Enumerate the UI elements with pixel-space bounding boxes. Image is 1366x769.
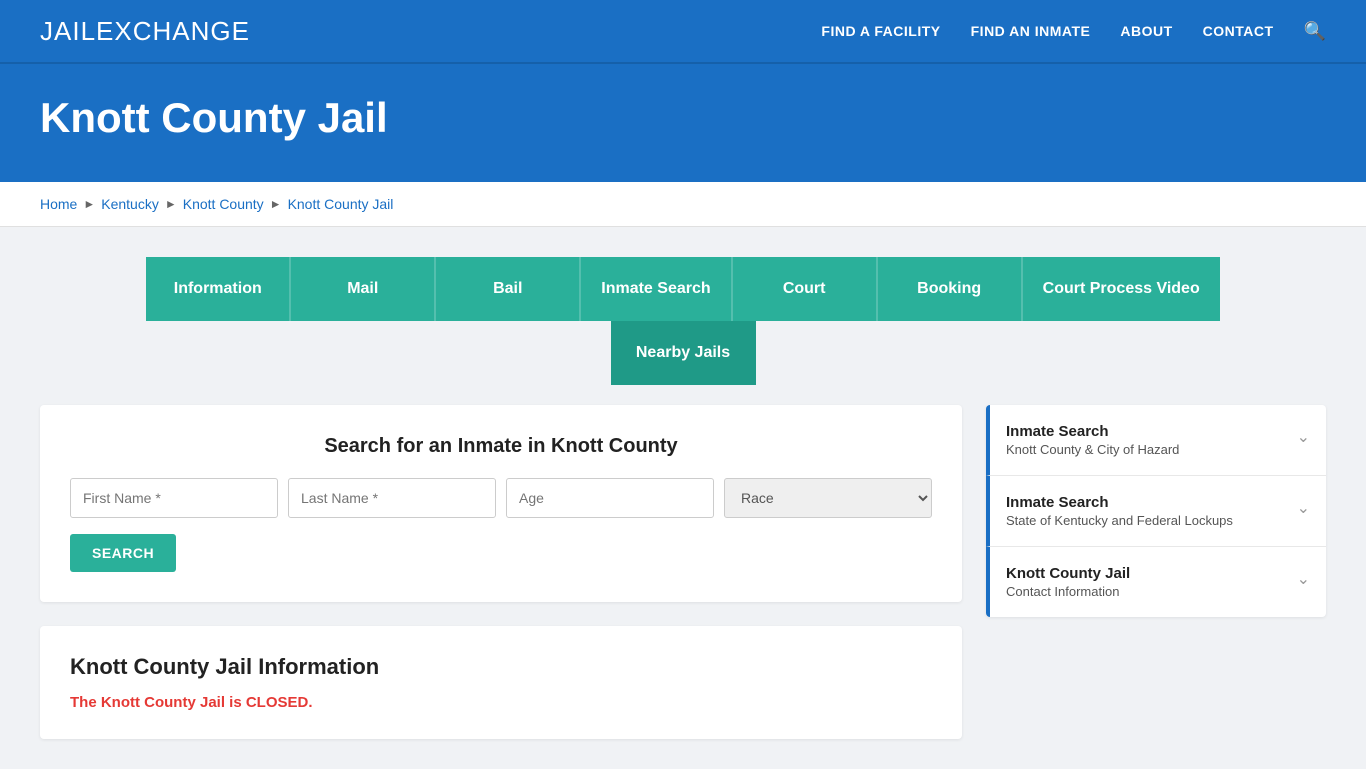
sidebar-item-2-title: Inmate Search [1006,494,1233,511]
last-name-input[interactable] [288,478,496,518]
breadcrumb-current: Knott County Jail [288,196,394,212]
logo-exchange: EXCHANGE [96,16,250,46]
sidebar-item-1-text: Inmate Search Knott County & City of Haz… [1006,423,1179,457]
tab-row-1: Information Mail Bail Inmate Search Cour… [40,257,1326,321]
tab-court[interactable]: Court [733,257,878,321]
nav-about[interactable]: ABOUT [1120,23,1172,39]
logo: JAILEXCHANGE [40,16,250,47]
tab-court-process-video[interactable]: Court Process Video [1023,257,1220,321]
nav-contact[interactable]: CONTACT [1203,23,1274,39]
search-fields: Race White Black Hispanic Asian Other [70,478,932,518]
sidebar-card: Inmate Search Knott County & City of Haz… [986,405,1326,617]
tab-booking[interactable]: Booking [878,257,1023,321]
nav-find-facility[interactable]: FIND A FACILITY [821,23,940,39]
race-select[interactable]: Race White Black Hispanic Asian Other [724,478,932,518]
breadcrumb-sep-1: ► [83,197,95,211]
sidebar-item-3-text: Knott County Jail Contact Information [1006,565,1130,599]
closed-notice: The Knott County Jail is CLOSED. [70,694,932,711]
search-button[interactable]: SEARCH [70,534,176,572]
sidebar-item-1-title: Inmate Search [1006,423,1179,440]
main-nav: FIND A FACILITY FIND AN INMATE ABOUT CON… [821,21,1326,42]
sidebar-item-3-title: Knott County Jail [1006,565,1130,582]
nav-find-inmate[interactable]: FIND AN INMATE [971,23,1091,39]
chevron-down-icon-3: ⌄ [1297,569,1310,589]
info-title: Knott County Jail Information [70,654,932,680]
chevron-down-icon-1: ⌄ [1297,427,1310,447]
chevron-down-icon-2: ⌄ [1297,498,1310,518]
sidebar-item-3-subtitle: Contact Information [1006,584,1130,599]
search-card: Search for an Inmate in Knott County Rac… [40,405,962,602]
tab-mail[interactable]: Mail [291,257,436,321]
age-input[interactable] [506,478,714,518]
main-container: Information Mail Bail Inmate Search Cour… [0,227,1366,769]
sidebar-item-3[interactable]: Knott County Jail Contact Information ⌄ [986,547,1326,617]
first-name-input[interactable] [70,478,278,518]
logo-jail: JAIL [40,16,96,46]
breadcrumb-bar: Home ► Kentucky ► Knott County ► Knott C… [0,182,1366,227]
breadcrumb: Home ► Kentucky ► Knott County ► Knott C… [40,196,1326,212]
header: JAILEXCHANGE FIND A FACILITY FIND AN INM… [0,0,1366,64]
page-title: Knott County Jail [40,94,1326,142]
content-layout: Search for an Inmate in Knott County Rac… [40,405,1326,739]
breadcrumb-kentucky[interactable]: Kentucky [101,196,159,212]
search-title: Search for an Inmate in Knott County [70,435,932,458]
info-card: Knott County Jail Information The Knott … [40,626,962,739]
breadcrumb-knott-county[interactable]: Knott County [183,196,264,212]
right-sidebar: Inmate Search Knott County & City of Haz… [986,405,1326,619]
tab-inmate-search[interactable]: Inmate Search [581,257,732,321]
hero-section: Knott County Jail [0,64,1366,182]
sidebar-item-2[interactable]: Inmate Search State of Kentucky and Fede… [986,476,1326,547]
header-search-button[interactable]: 🔍 [1304,21,1326,42]
sidebar-item-2-text: Inmate Search State of Kentucky and Fede… [1006,494,1233,528]
breadcrumb-home[interactable]: Home [40,196,77,212]
sidebar-item-1-subtitle: Knott County & City of Hazard [1006,442,1179,457]
tab-nearby-jails[interactable]: Nearby Jails [611,321,756,385]
tab-information[interactable]: Information [146,257,291,321]
breadcrumb-sep-2: ► [165,197,177,211]
left-panel: Search for an Inmate in Knott County Rac… [40,405,962,739]
breadcrumb-sep-3: ► [270,197,282,211]
tab-bail[interactable]: Bail [436,257,581,321]
sidebar-item-1[interactable]: Inmate Search Knott County & City of Haz… [986,405,1326,476]
tab-row-2: Nearby Jails [40,321,1326,385]
sidebar-item-2-subtitle: State of Kentucky and Federal Lockups [1006,513,1233,528]
